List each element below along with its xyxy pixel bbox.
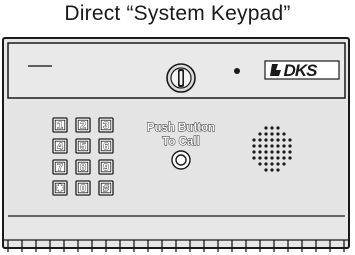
speaker-hole xyxy=(264,144,268,148)
speaker-hole xyxy=(258,132,262,136)
keypad-key-3[interactable]: 3 xyxy=(98,117,114,133)
speaker-hole xyxy=(264,150,268,154)
speaker-hole xyxy=(288,156,292,160)
speaker-hole xyxy=(276,162,280,166)
keypad-key-8[interactable]: 8 xyxy=(75,159,91,175)
speaker-hole xyxy=(270,144,274,148)
push-button-label-line1: Push Button xyxy=(147,122,215,134)
speaker-hole xyxy=(276,138,280,142)
speaker-hole xyxy=(270,162,274,166)
indicator-light-icon xyxy=(234,68,240,74)
intercom-panel-illustration: DKS 1 2 3 4 5 6 7 8 9 ✱ 0 # Push Button To Call xyxy=(2,37,350,252)
keypad-key-5[interactable]: 5 xyxy=(75,138,91,154)
speaker-hole xyxy=(276,156,280,160)
keypad-key-4[interactable]: 4 xyxy=(52,138,68,154)
speaker-hole xyxy=(276,168,280,172)
keypad-key-label: 4 xyxy=(57,142,63,153)
speaker-hole xyxy=(264,156,268,160)
keypad-key-label: 1 xyxy=(57,121,63,132)
speaker-hole xyxy=(264,138,268,142)
keypad-key-7[interactable]: 7 xyxy=(52,159,68,175)
speaker-hole xyxy=(282,150,286,154)
speaker-hole xyxy=(276,144,280,148)
speaker-hole xyxy=(270,126,274,130)
keypad-key-label: # xyxy=(103,184,109,195)
keypad-key-label: 9 xyxy=(103,163,109,174)
key-lock-icon xyxy=(166,63,196,93)
speaker-hole xyxy=(282,132,286,136)
speaker-hole xyxy=(270,168,274,172)
speaker-hole xyxy=(264,162,268,166)
speaker-hole xyxy=(270,132,274,136)
speaker-hole xyxy=(252,156,256,160)
speaker-hole xyxy=(276,150,280,154)
speaker-hole xyxy=(264,126,268,130)
speaker-hole xyxy=(264,132,268,136)
speaker-hole xyxy=(270,138,274,142)
brand-logo-text: DKS xyxy=(284,61,319,80)
keypad-key-label: ✱ xyxy=(56,184,65,195)
speaker-hole xyxy=(258,156,262,160)
speaker-hole xyxy=(288,138,292,142)
keypad-key-label: 0 xyxy=(80,184,86,195)
speaker-hole xyxy=(282,138,286,142)
speaker-hole xyxy=(270,156,274,160)
push-button-label-line2: To Call xyxy=(162,136,199,148)
keypad-key-hash[interactable]: # xyxy=(98,180,114,196)
speaker-hole xyxy=(282,162,286,166)
speaker-hole xyxy=(276,126,280,130)
speaker-hole xyxy=(264,168,268,172)
keypad-key-label: 5 xyxy=(80,142,86,153)
keypad-key-label: 8 xyxy=(80,163,86,174)
speaker-hole xyxy=(282,156,286,160)
keypad-key-2[interactable]: 2 xyxy=(75,117,91,133)
speaker-hole xyxy=(252,138,256,142)
speaker-hole xyxy=(252,150,256,154)
keypad-key-star[interactable]: ✱ xyxy=(52,180,68,196)
speaker-hole xyxy=(288,144,292,148)
keypad-key-9[interactable]: 9 xyxy=(98,159,114,175)
keypad-key-label: 6 xyxy=(103,142,109,153)
speaker-hole xyxy=(258,138,262,142)
call-button-icon[interactable] xyxy=(171,150,191,170)
keypad-key-label: 7 xyxy=(57,163,63,174)
speaker-hole xyxy=(252,144,256,148)
speaker-hole xyxy=(258,144,262,148)
keypad-key-label: 2 xyxy=(80,121,86,132)
keypad-key-1[interactable]: 1 xyxy=(52,117,68,133)
speaker-hole xyxy=(282,144,286,148)
keypad-key-6[interactable]: 6 xyxy=(98,138,114,154)
speaker-hole xyxy=(270,150,274,154)
speaker-hole xyxy=(288,150,292,154)
speaker-hole xyxy=(258,150,262,154)
speaker-hole xyxy=(258,162,262,166)
dks-logo-icon: DKS xyxy=(264,60,340,80)
keypad-key-label: 3 xyxy=(103,121,109,132)
speaker-hole xyxy=(276,132,280,136)
keypad-key-0[interactable]: 0 xyxy=(75,180,91,196)
